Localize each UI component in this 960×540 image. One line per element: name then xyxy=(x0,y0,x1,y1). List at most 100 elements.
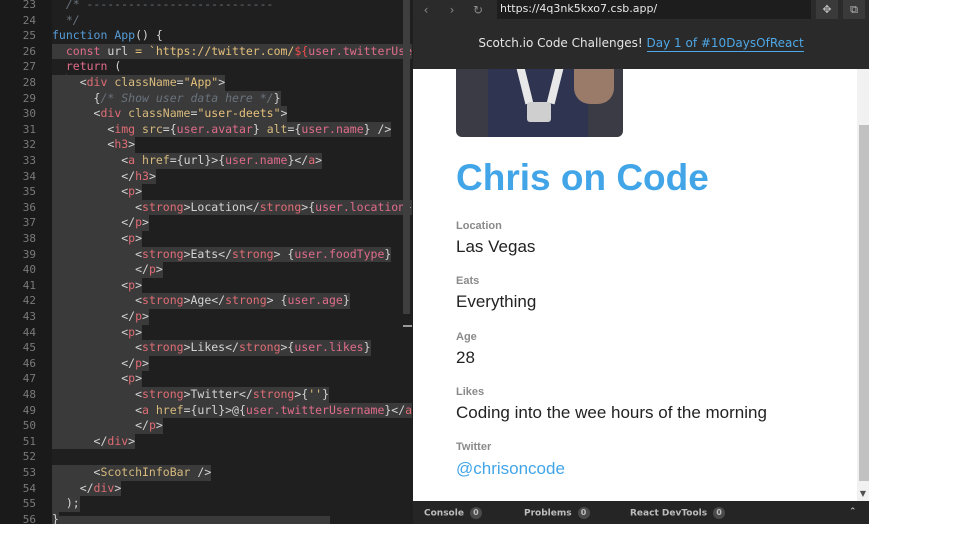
avatar-badge xyxy=(527,102,551,122)
chevron-up-icon[interactable]: ⌃ xyxy=(849,507,857,517)
page-viewport[interactable]: Scotch.io Code Challenges! Day 1 of #10D… xyxy=(413,20,869,501)
line-number: 44 xyxy=(22,325,36,339)
page-scrollbar-thumb[interactable] xyxy=(859,125,869,481)
open-new-window-icon[interactable]: ⧉ xyxy=(843,0,865,19)
code-text: </div> xyxy=(52,480,122,497)
line-number: 40 xyxy=(22,263,36,277)
code-text: <strong>Eats</strong> {user.foodType} xyxy=(52,246,392,263)
twitter-label: Twitter xyxy=(456,441,492,453)
editor-horizontal-scrollbar[interactable] xyxy=(58,516,330,524)
scotch-info-bar: Scotch.io Code Challenges! Day 1 of #10D… xyxy=(413,20,869,69)
code-text: {/* Show user data here */} xyxy=(52,90,281,107)
move-icon[interactable]: ✥ xyxy=(816,0,838,19)
code-line[interactable]: 45 <strong>Likes</strong>{user.likes} xyxy=(0,340,413,356)
code-line[interactable]: 38 <p> xyxy=(0,231,413,247)
code-line[interactable]: 54 </div> xyxy=(0,480,413,497)
code-line[interactable]: 26 const url = `https://twitter.com/${us… xyxy=(0,43,413,60)
code-line[interactable]: 32 <h3> xyxy=(0,137,413,153)
code-line[interactable]: 41 <p> xyxy=(0,277,413,294)
tab-console[interactable]: Console 0 xyxy=(424,507,482,519)
code-text: <a href={url}>@{user.twitterUsername}</a xyxy=(52,402,413,419)
overview-ruler-marker xyxy=(403,325,412,327)
forward-arrow-icon[interactable]: › xyxy=(443,1,461,19)
banner-link[interactable]: Day 1 of #10DaysOfReact xyxy=(646,36,804,52)
age-value: 28 xyxy=(456,348,475,367)
line-number: 33 xyxy=(22,154,36,167)
twitter-link[interactable]: @chrisoncode xyxy=(456,459,565,479)
code-text: </p> xyxy=(52,215,149,231)
editor-vertical-scrollbar[interactable] xyxy=(403,0,410,314)
line-number: 28 xyxy=(22,76,36,89)
line-number: 53 xyxy=(22,466,36,479)
code-text: const url = `https://twitter.com/${user.… xyxy=(52,43,413,60)
line-number: 27 xyxy=(22,60,36,74)
code-line[interactable]: 35 <p> xyxy=(0,184,413,200)
code-line[interactable]: 46 </p> xyxy=(0,355,413,372)
code-line[interactable]: 39 <strong>Eats</strong> {user.foodType} xyxy=(0,246,413,263)
line-number: 25 xyxy=(22,29,36,43)
code-line[interactable]: 55 ); xyxy=(0,496,413,512)
code-line[interactable]: 30 <div className="user-deets"> xyxy=(0,106,413,122)
location-label: Location xyxy=(456,220,502,232)
code-line[interactable]: 34 </h3> xyxy=(0,168,413,185)
code-line[interactable]: 50 </p> xyxy=(0,418,413,434)
code-text: <strong>Age</strong> {user.age} xyxy=(52,293,350,309)
code-editor[interactable]: 23 /* --------------------------- 24 */25… xyxy=(0,0,413,524)
code-line[interactable]: 49 <a href={url}>@{user.twitterUsername}… xyxy=(0,402,413,419)
code-line[interactable]: 52 xyxy=(0,449,413,465)
line-number: 47 xyxy=(22,372,36,386)
code-line[interactable]: 33 <a href={url}>{user.name}</a> xyxy=(0,153,413,169)
reload-icon[interactable]: ↻ xyxy=(469,1,487,19)
code-line[interactable]: 43 </p> xyxy=(0,309,413,325)
line-number: 34 xyxy=(22,169,36,183)
scroll-down-icon[interactable]: ▼ xyxy=(857,488,869,500)
code-line[interactable]: 27 return ( xyxy=(0,59,413,75)
code-line[interactable]: 42 <strong>Age</strong> {user.age} xyxy=(0,293,413,309)
profile-name-link[interactable]: Chris on Code xyxy=(456,157,709,199)
code-line[interactable]: 53 <ScotchInfoBar /> xyxy=(0,465,413,481)
back-arrow-icon[interactable]: ‹ xyxy=(417,1,435,19)
line-number: 39 xyxy=(22,247,36,261)
code-line[interactable]: 25 function App() { xyxy=(0,28,413,44)
banner-text: Scotch.io Code Challenges! xyxy=(478,36,643,50)
line-number: 38 xyxy=(22,232,36,245)
code-line[interactable]: 23 /* --------------------------- xyxy=(0,0,413,13)
code-line[interactable]: 37 </p> xyxy=(0,215,413,231)
line-number: 52 xyxy=(22,450,36,464)
code-line[interactable]: 48 <strong>Twitter</strong>{''} xyxy=(0,387,413,403)
code-text: <strong>Location</strong>{user.location} xyxy=(52,199,413,216)
line-number: 55 xyxy=(22,497,36,511)
code-text: <a href={url}>{user.name}</a> xyxy=(52,153,323,169)
code-line[interactable]: 24 */ xyxy=(0,13,413,29)
address-bar[interactable]: https://4q3nk5kxo7.csb.app/ xyxy=(497,0,811,19)
line-number: 43 xyxy=(22,310,36,323)
code-text: <div className="App"> xyxy=(52,75,226,91)
code-line[interactable]: 47 <p> xyxy=(0,371,413,387)
code-text: </p> xyxy=(52,418,163,434)
age-label: Age xyxy=(456,331,477,343)
line-number: 51 xyxy=(22,434,36,448)
eats-value: Everything xyxy=(456,292,537,311)
code-text: /* --------------------------- xyxy=(52,0,274,11)
code-text: function App() { xyxy=(52,28,163,43)
line-number: 45 xyxy=(22,341,36,355)
code-text: <p> xyxy=(52,277,143,294)
line-number: 35 xyxy=(22,185,36,199)
tab-react-devtools[interactable]: React DevTools 0 xyxy=(630,507,726,519)
code-line[interactable]: 51 </div> xyxy=(0,433,413,450)
line-number: 48 xyxy=(22,388,36,401)
code-line[interactable]: 44 <p> xyxy=(0,324,413,341)
code-text: </h3> xyxy=(52,168,156,185)
code-text: <p> xyxy=(52,184,143,200)
code-line[interactable]: 40 </p> xyxy=(0,262,413,278)
code-line[interactable]: 31 <img src={user.avatar} alt={user.name… xyxy=(0,121,413,138)
browser-preview: ‹ › ↻ https://4q3nk5kxo7.csb.app/ ✥ ⧉ Sc… xyxy=(413,0,869,524)
code-line[interactable]: 28 <div className="App"> xyxy=(0,75,413,91)
code-line[interactable]: 29 {/* Show user data here */} xyxy=(0,90,413,107)
code-text: <strong>Twitter</strong>{''} xyxy=(52,387,330,403)
likes-value: Coding into the wee hours of the morning xyxy=(456,403,767,422)
tab-problems[interactable]: Problems 0 xyxy=(524,507,590,519)
code-line[interactable]: 36 <strong>Location</strong>{user.locati… xyxy=(0,199,413,216)
line-number: 56 xyxy=(22,512,36,524)
line-number: 23 xyxy=(22,0,36,11)
